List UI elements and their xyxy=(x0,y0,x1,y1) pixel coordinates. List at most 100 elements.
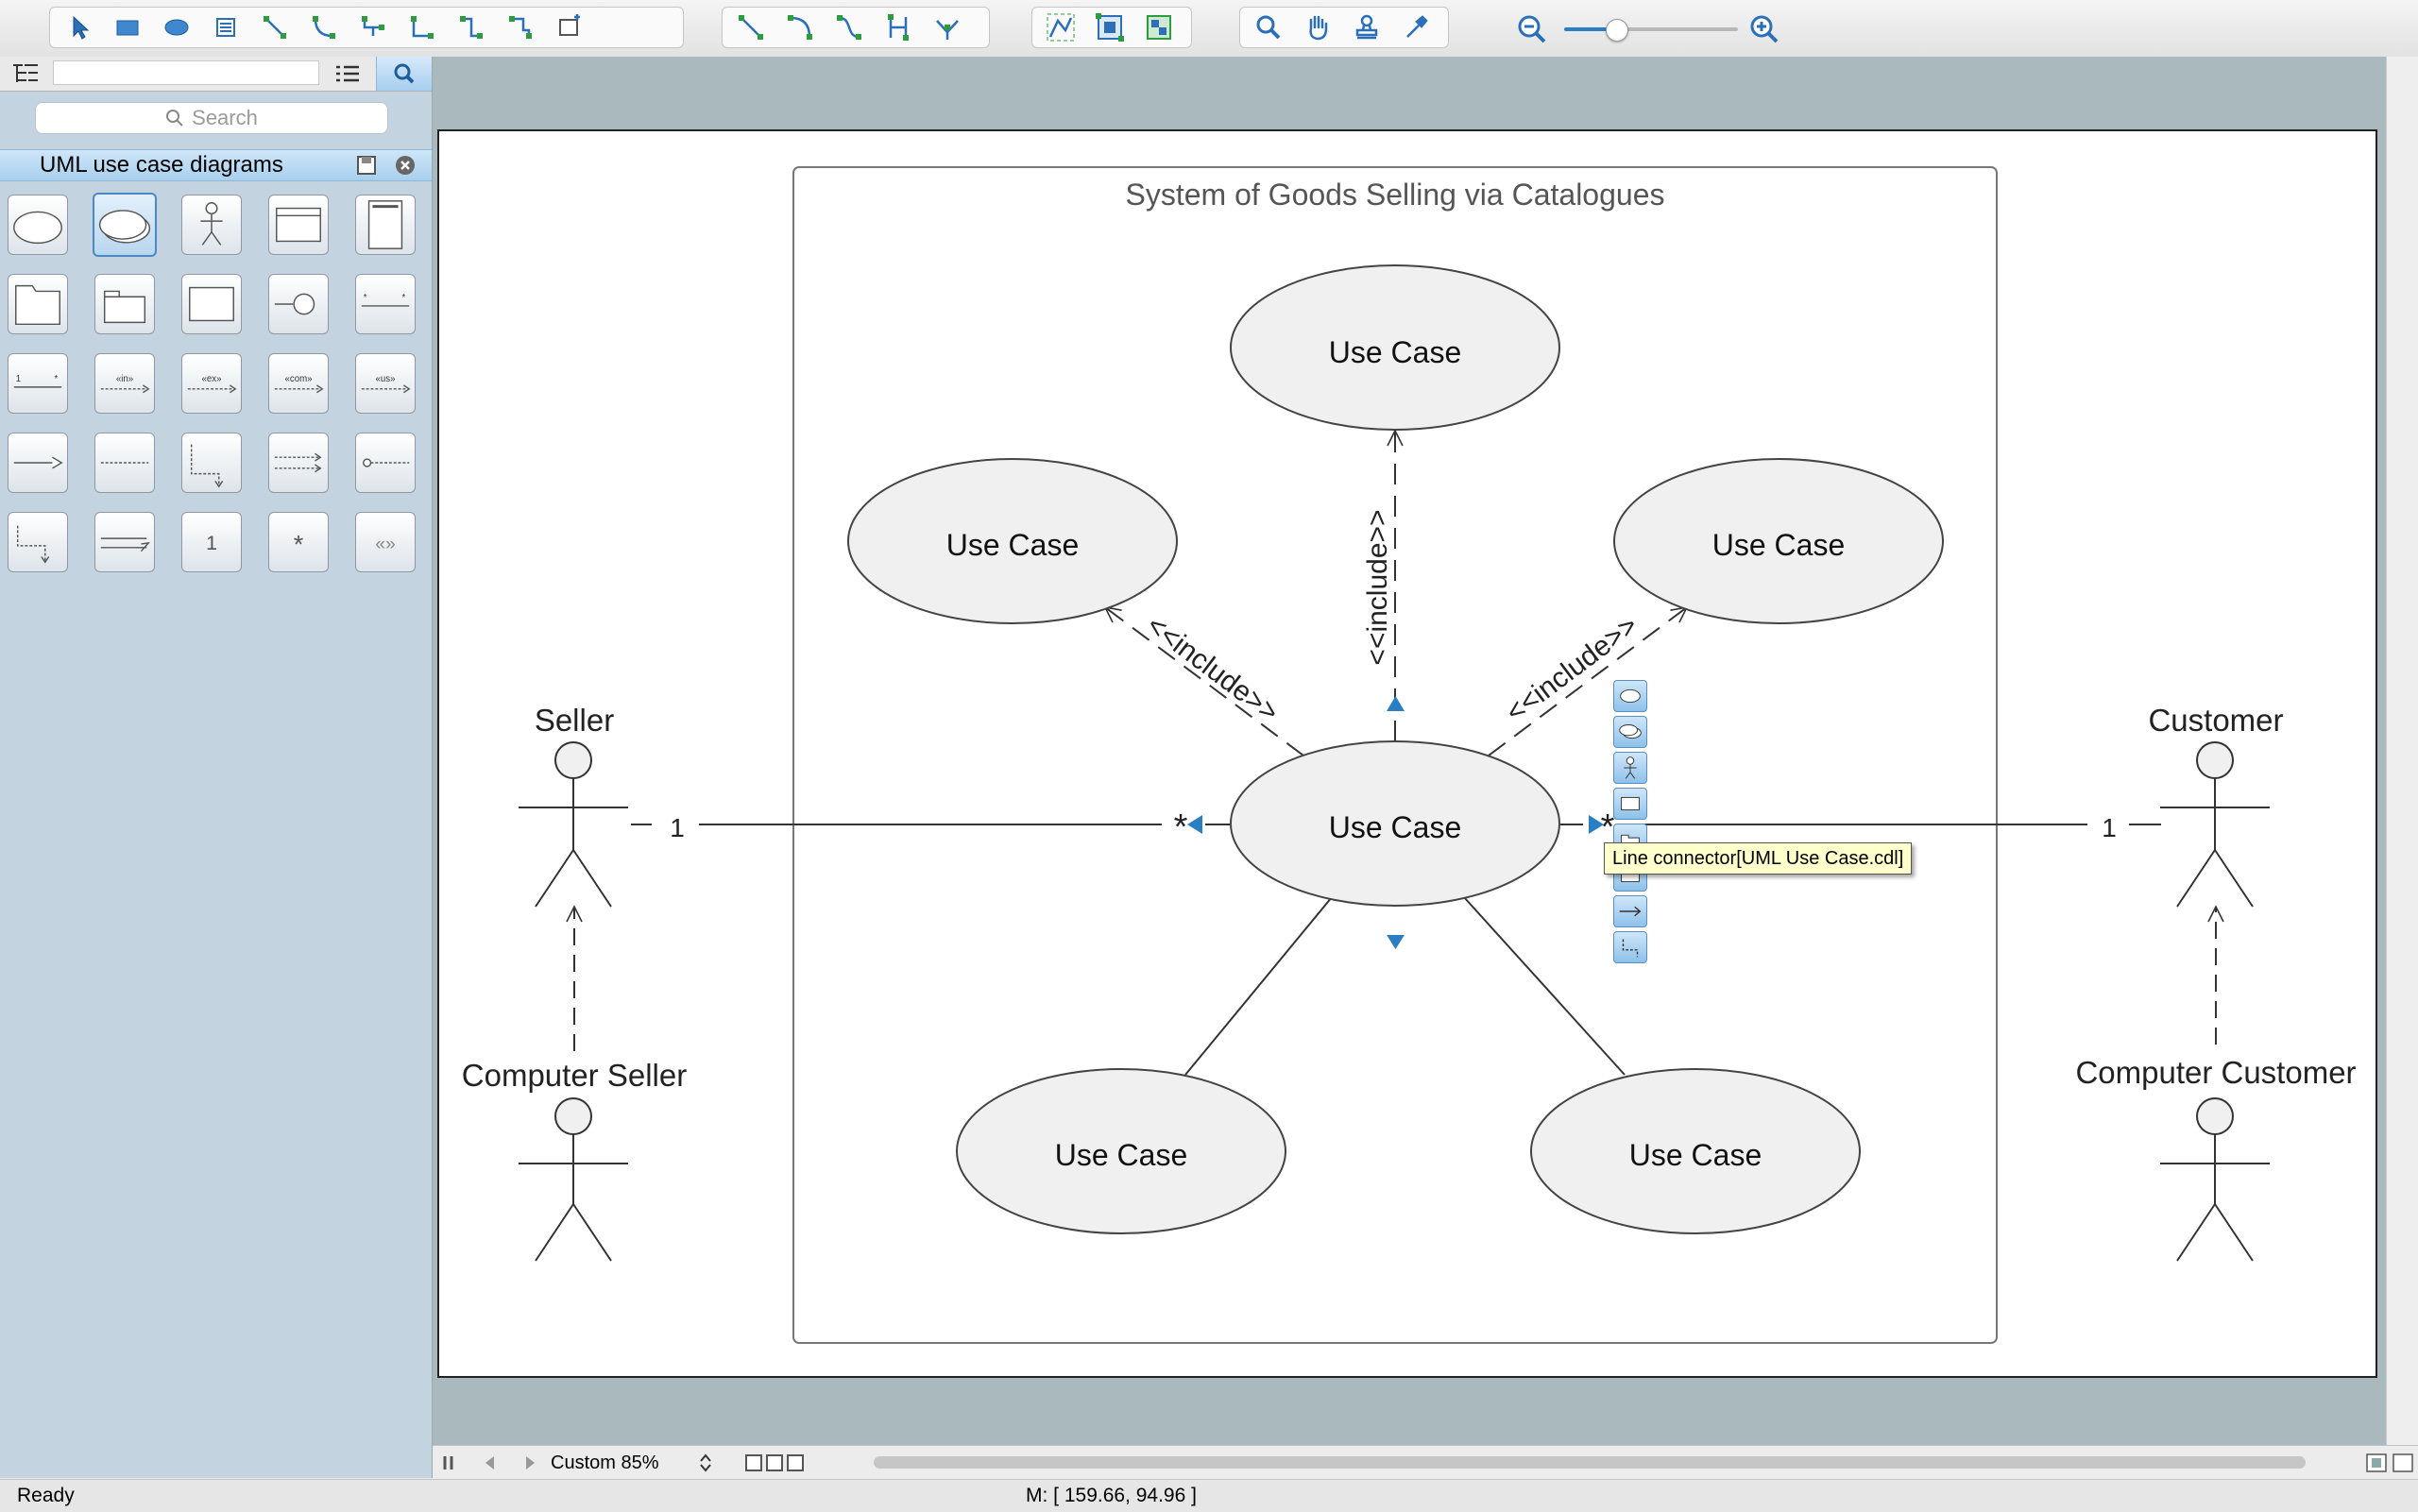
next-page-icon[interactable] xyxy=(518,1451,542,1475)
curved-connector-icon[interactable] xyxy=(299,8,349,46)
uses-stereotype-label: «us» xyxy=(376,374,396,384)
subject-shape-tile[interactable] xyxy=(181,274,242,334)
chevron-up-down-icon xyxy=(700,1453,711,1472)
save-library-icon[interactable] xyxy=(356,155,377,176)
rectangle-icon[interactable] xyxy=(103,8,152,46)
status-bar: Ready M: [ 159.66, 94.96 ] xyxy=(0,1479,2418,1512)
snap-icon[interactable] xyxy=(1036,8,1085,46)
library-title-bar[interactable]: UML use case diagrams xyxy=(0,149,432,181)
double-dependency-shape-tile[interactable] xyxy=(268,433,329,493)
zoom-slider[interactable] xyxy=(1564,19,1738,42)
drawing-tools-group xyxy=(49,7,684,48)
multi-use-case-shape-tile[interactable] xyxy=(93,193,157,257)
stereotype-glyph: «» xyxy=(375,534,396,554)
zoom-icon[interactable] xyxy=(1244,8,1293,46)
quick-dependency-button[interactable] xyxy=(1613,931,1647,963)
library-search-input[interactable]: Search xyxy=(35,102,388,134)
library-tree-icon[interactable] xyxy=(9,61,42,86)
round-connector-icon[interactable] xyxy=(447,8,496,46)
quick-multi-use-case-button[interactable] xyxy=(1613,716,1647,748)
package-shape-tile[interactable] xyxy=(94,274,155,334)
previous-page-icon[interactable] xyxy=(478,1451,502,1475)
vertical-scrollbar[interactable] xyxy=(2386,57,2418,1445)
arc-icon[interactable] xyxy=(775,8,825,46)
list-view-icon[interactable] xyxy=(331,60,365,87)
hand-pan-icon[interactable] xyxy=(1293,8,1342,46)
dashed-line-shape-tile[interactable] xyxy=(94,433,155,493)
extend-stereotype-label: «ex» xyxy=(202,374,222,384)
arrange-tools-group xyxy=(1031,7,1192,48)
connector-tooltip-text: Line connector[UML Use Case.cdl] xyxy=(1612,847,1904,869)
multiplicity-many-glyph: * xyxy=(294,530,304,559)
zoom-in-icon[interactable] xyxy=(1747,12,1781,46)
orthogonal-include-shape-tile[interactable] xyxy=(8,512,68,572)
diagram-page[interactable] xyxy=(437,129,2377,1378)
orthogonal-dependency-shape-tile[interactable] xyxy=(181,433,242,493)
zoom-select[interactable]: Custom 85% xyxy=(551,1450,721,1476)
search-library-icon[interactable] xyxy=(376,57,432,91)
stereotype-shape-tile[interactable]: «» xyxy=(355,512,416,572)
uses-shape-tile[interactable]: «us» xyxy=(355,353,416,414)
stamp-icon[interactable] xyxy=(1342,8,1391,46)
generalization-shape-tile[interactable] xyxy=(94,512,155,572)
view-tools-group xyxy=(1239,7,1449,48)
required-interface-shape-tile[interactable] xyxy=(355,433,416,493)
use-case-shape-tile[interactable] xyxy=(8,195,68,255)
fit-to-window-icon[interactable] xyxy=(2365,1453,2388,1473)
pointer-icon[interactable] xyxy=(54,8,103,46)
communicate-shape-tile[interactable]: «com» xyxy=(268,353,329,414)
actual-size-icon[interactable] xyxy=(2392,1453,2414,1473)
note-shape-tile[interactable] xyxy=(355,195,416,255)
frame-shape-tile[interactable] xyxy=(8,274,68,334)
library-panel: Search UML use case diagrams * * 1 * «in» … xyxy=(0,57,433,1478)
directed-association-shape-tile[interactable] xyxy=(8,433,68,493)
tree-connector-icon[interactable] xyxy=(349,8,398,46)
eyedropper-icon[interactable] xyxy=(1391,8,1440,46)
association-many-shape-tile[interactable]: * * xyxy=(355,274,416,334)
smart-connector-icon[interactable] xyxy=(496,8,545,46)
horizontal-scrollbar-thumb[interactable] xyxy=(874,1456,2306,1469)
actor-shape-tile[interactable] xyxy=(181,195,242,255)
svg-text:*: * xyxy=(54,374,58,384)
library-header xyxy=(0,57,432,92)
system-boundary-shape-tile[interactable] xyxy=(268,195,329,255)
communicate-stereotype-label: «com» xyxy=(284,374,312,384)
group-icon[interactable] xyxy=(1134,8,1183,46)
include-stereotype-label: «in» xyxy=(116,374,133,384)
page-tabs-icon[interactable] xyxy=(742,1451,809,1475)
status-text: Ready xyxy=(17,1485,75,1506)
orthogonal-connector-icon[interactable] xyxy=(398,8,447,46)
connector-tooltip: Line connector[UML Use Case.cdl] xyxy=(1604,842,1913,875)
include-shape-tile[interactable]: «in» xyxy=(94,353,155,414)
mouse-position: M: [ 159.66, 94.96 ] xyxy=(1026,1485,1197,1506)
svg-text:*: * xyxy=(364,293,367,303)
zoom-slider-thumb[interactable] xyxy=(1606,19,1629,42)
ellipse-icon[interactable] xyxy=(152,8,201,46)
svg-text:1: 1 xyxy=(16,374,21,384)
multiplicity-one-glyph: 1 xyxy=(206,532,217,554)
insert-icon[interactable] xyxy=(545,8,594,46)
bezier-icon[interactable] xyxy=(825,8,874,46)
quick-actor-button[interactable] xyxy=(1613,752,1647,784)
spline-icon[interactable] xyxy=(874,8,923,46)
text-block-icon[interactable] xyxy=(201,8,250,46)
pause-icon[interactable] xyxy=(436,1451,461,1475)
fit-icon[interactable] xyxy=(1085,8,1134,46)
interface-shape-tile[interactable] xyxy=(268,274,329,334)
quick-association-button[interactable] xyxy=(1613,895,1647,927)
zoom-select-value: Custom 85% xyxy=(551,1452,659,1473)
library-name-field[interactable] xyxy=(53,60,319,85)
search-placeholder: Search xyxy=(192,106,258,129)
association-one-many-shape-tile[interactable]: 1 * xyxy=(8,353,68,414)
quick-subject-button[interactable] xyxy=(1613,788,1647,820)
line-icon[interactable] xyxy=(726,8,775,46)
polyline-icon[interactable] xyxy=(923,8,972,46)
close-library-icon[interactable] xyxy=(395,155,416,176)
zoom-out-icon[interactable] xyxy=(1515,12,1549,46)
multiplicity-one-shape-tile[interactable]: 1 xyxy=(181,512,242,572)
main-toolbar xyxy=(0,0,2418,58)
extend-shape-tile[interactable]: «ex» xyxy=(181,353,242,414)
connector-icon[interactable] xyxy=(250,8,299,46)
multiplicity-many-shape-tile[interactable]: * xyxy=(268,512,329,572)
quick-use-case-button[interactable] xyxy=(1613,680,1647,712)
